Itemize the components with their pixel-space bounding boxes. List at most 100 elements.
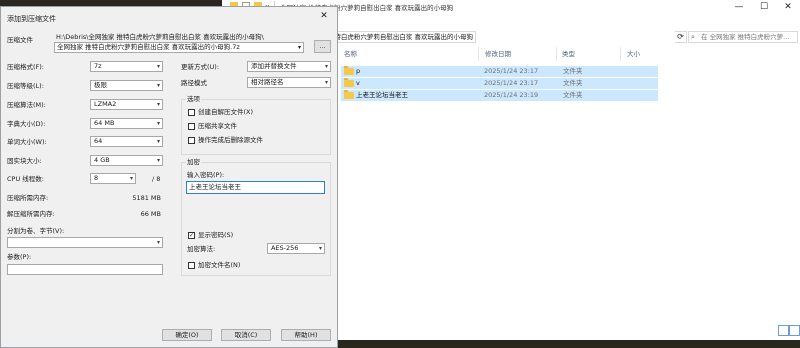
password-input[interactable]: 上老王论坛当老王: [186, 181, 325, 194]
address-bar[interactable]: OSHIBA EXT (H:) › Debris › 全网独家 推特白虎粉穴萝莉…: [330, 31, 476, 43]
minimize-icon[interactable]: —: [727, 1, 751, 13]
compress-memory-label: 压缩所需内存:: [7, 194, 49, 202]
method-value: LZMA2: [94, 100, 117, 108]
method-select[interactable]: LZMA2 ▾: [90, 99, 163, 110]
threads-total: / 8: [152, 175, 161, 183]
file-row[interactable]: 上老王论坛当老王 2025/1/24 23:19 文件夹: [341, 90, 658, 101]
column-header-date[interactable]: 修改日期: [485, 49, 511, 59]
archive-name-combo[interactable]: 全网独家 推特白虎粉穴萝莉自慰出白浆 喜欢玩露出的小母狗.7z ▾: [54, 42, 304, 53]
level-value: 极限: [94, 81, 107, 89]
refresh-icon[interactable]: ⟳: [675, 31, 687, 43]
maximize-icon[interactable]: ☐: [752, 1, 776, 13]
file-type: 文件夹: [563, 67, 583, 75]
decompress-memory-value: 66 MB: [140, 210, 161, 218]
file-date: 2025/1/24 23:17: [484, 79, 539, 87]
encrypt-names-checkbox[interactable]: [188, 262, 195, 269]
dropdown-icon[interactable]: ▾: [298, 43, 301, 52]
level-label: 压缩等级(L):: [7, 82, 44, 90]
details-view-icon[interactable]: [778, 325, 789, 336]
dropdown-icon: ▾: [156, 101, 160, 108]
show-password-checkbox[interactable]: ✓: [188, 232, 195, 239]
search-placeholder: 在 全网独家 推特白虎粉穴萝...: [701, 33, 790, 41]
path-mode-label: 路径模式: [181, 79, 207, 87]
options-title: 选项: [186, 95, 201, 104]
delete-after-label: 操作完成后删除源文件: [198, 136, 263, 144]
dropdown-icon: ▾: [156, 82, 160, 89]
sfx-label: 创建自解压文件(X): [198, 108, 254, 116]
browse-button[interactable]: ...: [314, 40, 331, 53]
encryption-title: 加密: [186, 158, 201, 167]
delete-after-checkbox[interactable]: [188, 137, 195, 144]
column-separator: [556, 47, 557, 61]
update-mode-select[interactable]: 添加并替换文件 ▾: [247, 61, 331, 72]
column-separator: [478, 47, 479, 61]
dictionary-select[interactable]: 64 MB ▾: [90, 118, 163, 129]
dictionary-label: 字典大小(D):: [7, 120, 46, 128]
solid-block-label: 固实块大小:: [7, 157, 42, 165]
folder-icon: [344, 90, 354, 99]
parameters-input[interactable]: [7, 264, 163, 275]
parameters-label: 参数(P):: [7, 253, 32, 261]
shared-files-checkbox[interactable]: [188, 123, 195, 130]
password-label: 输入密码(P):: [187, 171, 225, 179]
close-window-icon[interactable]: ✕: [776, 1, 800, 13]
view-mode-toggle: [778, 325, 800, 336]
address-path: OSHIBA EXT (H:) › Debris › 全网独家 推特白虎粉穴萝莉…: [330, 33, 473, 41]
word-size-label: 单词大小(W):: [7, 138, 47, 146]
archive-directory: H:\Debris\全网独家 推特白虎粉穴萝莉自慰出白浆 喜欢玩露出的小母狗\: [56, 33, 264, 41]
encryption-method-label: 加密算法:: [187, 245, 216, 253]
cancel-button[interactable]: 取消(C): [221, 329, 271, 341]
password-value: 上老王论坛当老王: [189, 183, 241, 191]
split-volume-combo[interactable]: ▾: [7, 237, 163, 248]
file-row[interactable]: v 2025/1/24 23:17 文件夹: [341, 78, 658, 89]
format-select[interactable]: 7z ▾: [90, 61, 163, 72]
dialog-title: 添加到压缩文件: [7, 15, 56, 23]
column-header-size[interactable]: 大小: [627, 49, 640, 59]
format-value: 7z: [94, 62, 102, 70]
file-type: 文件夹: [563, 91, 583, 99]
threads-value: 8: [94, 174, 99, 182]
file-date: 2025/1/24 23:19: [484, 91, 539, 99]
tiles-view-icon[interactable]: [789, 325, 800, 336]
encryption-method-value: AES-256: [271, 244, 299, 252]
add-to-archive-dialog: 添加到压缩文件 ✕ 压缩文件 H:\Debris\全网独家 推特白虎粉穴萝莉自慰…: [0, 6, 338, 348]
file-name: p: [356, 67, 361, 75]
solid-block-select[interactable]: 4 GB ▾: [90, 155, 163, 166]
help-button[interactable]: 帮助(H): [281, 329, 331, 341]
search-input[interactable]: 在 全网独家 推特白虎粉穴萝...: [688, 31, 798, 43]
ok-button[interactable]: 确定(O): [162, 329, 212, 341]
encryption-method-select[interactable]: AES-256 ▾: [267, 243, 325, 254]
sfx-checkbox[interactable]: [188, 109, 195, 116]
path-mode-select[interactable]: 相对路径名 ▾: [247, 77, 331, 88]
dictionary-value: 64 MB: [94, 119, 115, 127]
compress-memory-value: 5181 MB: [132, 194, 161, 202]
dropdown-icon: ▾: [156, 157, 160, 164]
word-size-select[interactable]: 64 ▾: [90, 136, 163, 147]
folder-icon: [344, 78, 354, 87]
file-name: v: [356, 79, 360, 87]
update-mode-label: 更新方式(U):: [181, 63, 220, 71]
column-separator: [620, 47, 621, 61]
dropdown-icon: ▾: [129, 175, 133, 182]
dropdown-icon: ▾: [156, 63, 160, 70]
encrypt-names-label: 加密文件名(N): [198, 261, 241, 269]
file-row[interactable]: p 2025/1/24 23:17 文件夹: [341, 66, 658, 77]
decompress-memory-label: 解压缩所需内存:: [7, 210, 55, 218]
shared-files-label: 压缩共享文件: [198, 122, 237, 130]
file-date: 2025/1/24 23:17: [484, 67, 539, 75]
folder-icon: [344, 66, 354, 75]
format-label: 压缩格式(F):: [7, 63, 45, 71]
split-volume-label: 分割为卷、字节(V):: [7, 227, 65, 235]
file-name: 上老王论坛当老王: [356, 91, 408, 99]
level-select[interactable]: 极限 ▾: [90, 80, 163, 91]
close-icon[interactable]: ✕: [315, 10, 333, 22]
archive-name-value: 全网独家 推特白虎粉穴萝莉自慰出白浆 喜欢玩露出的小母狗.7z: [57, 43, 240, 51]
dropdown-icon: ▾: [324, 79, 328, 86]
column-header-name[interactable]: 名称: [344, 49, 357, 59]
show-password-label: 显示密码(S): [198, 231, 234, 239]
dropdown-icon: ▾: [156, 239, 160, 246]
threads-label: CPU 线程数:: [7, 175, 44, 183]
threads-select[interactable]: 8 ▾: [90, 173, 136, 184]
column-header-type[interactable]: 类型: [562, 49, 575, 59]
dropdown-icon: ▾: [156, 120, 160, 127]
